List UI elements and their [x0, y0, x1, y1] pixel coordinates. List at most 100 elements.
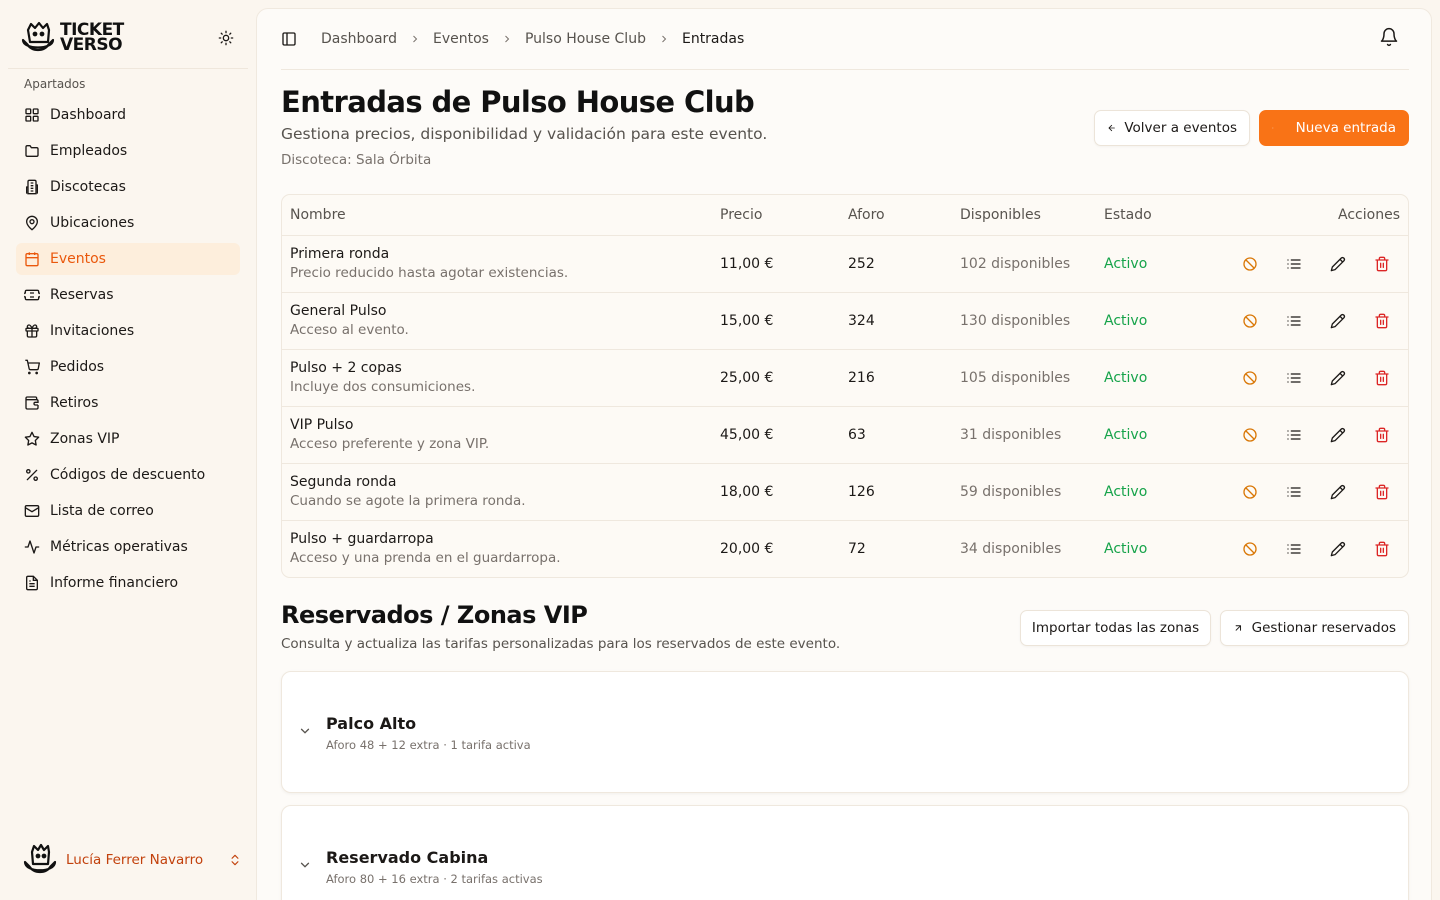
list-validations-icon[interactable]: [1283, 481, 1305, 503]
manage-reservados-button[interactable]: Gestionar reservados: [1220, 610, 1409, 646]
list-validations-icon[interactable]: [1283, 424, 1305, 446]
edit-ticket-icon[interactable]: [1327, 424, 1349, 446]
calendar-icon: [25, 252, 39, 267]
ticket-price: 11,00 €: [720, 256, 774, 272]
user-name: Lucía Ferrer Navarro: [66, 852, 204, 868]
table-row: Segunda ronda Cuando se agote la primera …: [282, 464, 1408, 521]
list-validations-icon[interactable]: [1283, 253, 1305, 275]
table-row: Primera ronda Precio reducido hasta agota…: [282, 236, 1408, 293]
sidebar-item-metricas[interactable]: Métricas operativas: [16, 531, 240, 563]
sidebar-item-label: Informe financiero: [50, 575, 179, 591]
zone-card[interactable]: Reservado Cabina Aforo 80 + 16 extra · 2…: [281, 805, 1409, 900]
zone-meta: Aforo 48 + 12 extra · 1 tarifa activa: [326, 738, 531, 752]
ticket-name: General Pulso: [290, 303, 387, 319]
notifications-button[interactable]: [1379, 27, 1399, 51]
disable-ticket-icon[interactable]: [1239, 367, 1261, 389]
breadcrumb-current: Entradas: [681, 31, 745, 47]
delete-ticket-icon[interactable]: [1371, 481, 1393, 503]
reservados-title: Reservados / Zonas VIP: [281, 601, 588, 629]
page-title: Entradas de Pulso House Club: [281, 85, 755, 119]
edit-ticket-icon[interactable]: [1327, 367, 1349, 389]
sidebar-item-reservas[interactable]: Reservas: [16, 279, 240, 311]
mail-icon: [24, 505, 40, 517]
folder-icon: [25, 145, 39, 157]
ticket-price: 25,00 €: [720, 370, 774, 386]
breadcrumb-eventos[interactable]: Eventos: [433, 31, 489, 47]
table-row: General Pulso Acceso al evento. 15,00 € 324…: [282, 293, 1408, 350]
import-zones-button[interactable]: Importar todas las zonas: [1020, 610, 1211, 646]
ticket-available: 31 disponibles: [960, 427, 1062, 443]
delete-ticket-icon[interactable]: [1371, 310, 1393, 332]
disable-ticket-icon[interactable]: [1239, 310, 1261, 332]
table-header: Nombre Precio Aforo Disponibles Estado A…: [282, 195, 1408, 236]
logo[interactable]: TICKET VERSO: [20, 20, 124, 56]
sidebar-toggle-icon[interactable]: [281, 31, 297, 47]
sidebar-item-lista-correo[interactable]: Lista de correo: [16, 495, 240, 527]
sidebar-item-codigos-descuento[interactable]: Códigos de descuento: [16, 459, 240, 491]
bell-icon: [1380, 27, 1398, 47]
ticket-name: Pulso + 2 copas: [290, 360, 402, 376]
sidebar-item-label: Códigos de descuento: [50, 467, 206, 483]
sidebar-item-label: Eventos: [50, 251, 106, 267]
import-button-label: Importar todas las zonas: [1031, 620, 1200, 636]
ticket-name-cell: General Pulso Acceso al evento.: [290, 303, 409, 338]
sidebar-item-label: Ubicaciones: [50, 215, 135, 231]
col-header-status: Estado: [1104, 207, 1152, 223]
ticket-description: Incluye dos consumiciones.: [290, 379, 476, 395]
disable-ticket-icon[interactable]: [1239, 538, 1261, 560]
back-to-events-button[interactable]: Volver a eventos: [1094, 110, 1250, 146]
page-meta: Discoteca: Sala Órbita: [281, 152, 432, 168]
table-row: Pulso + guardarropa Acceso y una prenda e…: [282, 521, 1408, 577]
sidebar: TICKET VERSO Apartados Dashboard Emplead…: [0, 0, 256, 900]
sidebar-item-label: Reservas: [50, 287, 114, 303]
edit-ticket-icon[interactable]: [1327, 253, 1349, 275]
sidebar-item-pedidos[interactable]: Pedidos: [16, 351, 240, 383]
new-ticket-button[interactable]: Nueva entrada: [1259, 110, 1409, 146]
breadcrumb-evento[interactable]: Pulso House Club: [525, 31, 646, 47]
sidebar-item-label: Zonas VIP: [50, 431, 120, 447]
edit-ticket-icon[interactable]: [1327, 538, 1349, 560]
sidebar-item-retiros[interactable]: Retiros: [16, 387, 240, 419]
list-validations-icon[interactable]: [1283, 367, 1305, 389]
ticket-description: Acceso al evento.: [290, 322, 409, 338]
user-menu[interactable]: Lucía Ferrer Navarro: [22, 842, 242, 878]
delete-ticket-icon[interactable]: [1371, 424, 1393, 446]
sidebar-item-dashboard[interactable]: Dashboard: [16, 99, 240, 131]
ticket-name: Primera ronda: [290, 246, 390, 262]
gift-icon: [25, 324, 39, 338]
sidebar-item-invitaciones[interactable]: Invitaciones: [16, 315, 240, 347]
sidebar-item-label: Empleados: [50, 143, 128, 159]
ticket-name-cell: Pulso + 2 copas Incluye dos consumiciones…: [290, 360, 475, 395]
sidebar-item-zonas-vip[interactable]: Zonas VIP: [16, 423, 240, 455]
breadcrumb-dashboard[interactable]: Dashboard: [321, 31, 397, 47]
page-subtitle: Gestiona precios, disponibilidad y valid…: [281, 125, 768, 143]
edit-ticket-icon[interactable]: [1327, 310, 1349, 332]
sidebar-item-empleados[interactable]: Empleados: [16, 135, 240, 167]
sidebar-item-informe-financiero[interactable]: Informe financiero: [16, 567, 240, 599]
ticket-name: VIP Pulso: [290, 417, 354, 433]
zone-card[interactable]: Palco Alto Aforo 48 + 12 extra · 1 tarif…: [281, 671, 1409, 793]
sidebar-item-label: Dashboard: [50, 107, 126, 123]
disable-ticket-icon[interactable]: [1239, 481, 1261, 503]
logo-wordmark: TICKET VERSO: [60, 22, 124, 55]
delete-ticket-icon[interactable]: [1371, 253, 1393, 275]
delete-ticket-icon[interactable]: [1371, 538, 1393, 560]
chevrons-up-down-icon: [231, 854, 239, 866]
edit-ticket-icon[interactable]: [1327, 481, 1349, 503]
logo-line-2: VERSO: [60, 35, 123, 55]
zone-name: Reservado Cabina: [326, 848, 489, 867]
zone-name: Palco Alto: [326, 714, 417, 733]
list-validations-icon[interactable]: [1283, 310, 1305, 332]
ticket-name-cell: Primera ronda Precio reducido hasta agota…: [290, 246, 568, 281]
reservados-subtitle: Consulta y actualiza las tarifas persona…: [281, 636, 841, 652]
disable-ticket-icon[interactable]: [1239, 424, 1261, 446]
theme-toggle-button[interactable]: [212, 24, 240, 52]
wallet-icon: [25, 396, 39, 410]
sidebar-item-eventos[interactable]: Eventos: [16, 243, 240, 275]
list-validations-icon[interactable]: [1283, 538, 1305, 560]
delete-ticket-icon[interactable]: [1371, 367, 1393, 389]
disable-ticket-icon[interactable]: [1239, 253, 1261, 275]
sidebar-item-discotecas[interactable]: Discotecas: [16, 171, 240, 203]
sidebar-item-label: Discotecas: [50, 179, 126, 195]
sidebar-item-ubicaciones[interactable]: Ubicaciones: [16, 207, 240, 239]
